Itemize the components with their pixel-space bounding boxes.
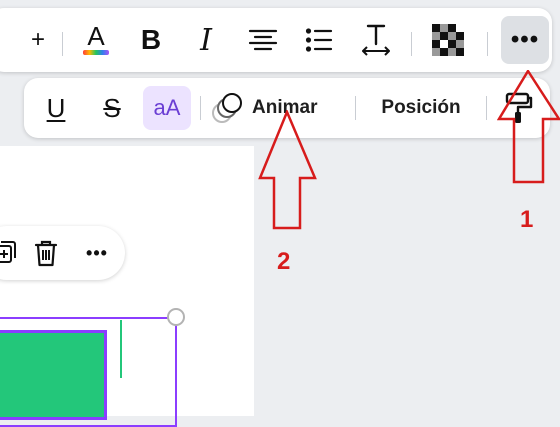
position-label: Posición — [381, 97, 461, 118]
strikethrough-button[interactable]: S — [90, 86, 134, 130]
position-button[interactable]: Posición — [365, 86, 477, 130]
text-toolbar: + A B I ••• — [0, 8, 552, 72]
green-rectangle-element[interactable] — [0, 330, 107, 420]
italic-button[interactable]: I — [182, 16, 230, 64]
more-button[interactable]: ••• — [501, 16, 549, 64]
align-button[interactable] — [239, 16, 287, 64]
trash-icon[interactable] — [28, 234, 64, 272]
increase-font-size-button[interactable]: + — [14, 16, 62, 64]
more-icon: ••• — [510, 26, 540, 53]
annotation-label-2: 2 — [277, 248, 291, 275]
text-color-icon: A — [82, 23, 110, 57]
transparency-icon — [432, 24, 464, 56]
toolbar-divider — [411, 32, 412, 56]
toolbar-divider — [62, 32, 63, 56]
element-context-bar: ••• — [0, 226, 125, 280]
text-color-letter: A — [87, 21, 105, 51]
strikethrough-icon: S — [103, 92, 121, 123]
align-center-icon — [248, 29, 278, 51]
annotation-arrow-2 — [258, 110, 317, 230]
plus-icon: + — [30, 26, 45, 53]
toolbar-divider — [355, 96, 356, 120]
letter-case-label: aA — [153, 95, 181, 120]
more-icon: ••• — [86, 242, 108, 263]
list-button[interactable] — [295, 16, 343, 64]
bold-button[interactable]: B — [127, 16, 175, 64]
annotation-label-1: 1 — [520, 206, 534, 233]
text-color-button[interactable]: A — [72, 16, 120, 64]
bullet-list-icon — [305, 28, 333, 52]
annotation-arrow-1 — [497, 70, 560, 184]
spacing-button[interactable] — [352, 16, 400, 64]
duplicate-icon[interactable] — [0, 234, 24, 272]
italic-icon: I — [200, 22, 212, 58]
underline-button[interactable]: U — [34, 86, 78, 130]
alignment-guide-line — [120, 320, 122, 378]
color-gradient-bar — [83, 50, 109, 55]
bold-icon: B — [140, 24, 162, 55]
toolbar-divider — [486, 96, 487, 120]
animate-icon — [212, 93, 242, 123]
toolbar-divider — [200, 96, 201, 120]
underline-icon: U — [46, 92, 66, 123]
transparency-button[interactable] — [424, 16, 472, 64]
more-options-button[interactable]: ••• — [76, 234, 118, 272]
letter-spacing-icon — [362, 24, 390, 56]
rotate-handle[interactable] — [167, 308, 185, 326]
letter-case-button[interactable]: aA — [143, 86, 191, 130]
toolbar-divider — [487, 32, 488, 56]
